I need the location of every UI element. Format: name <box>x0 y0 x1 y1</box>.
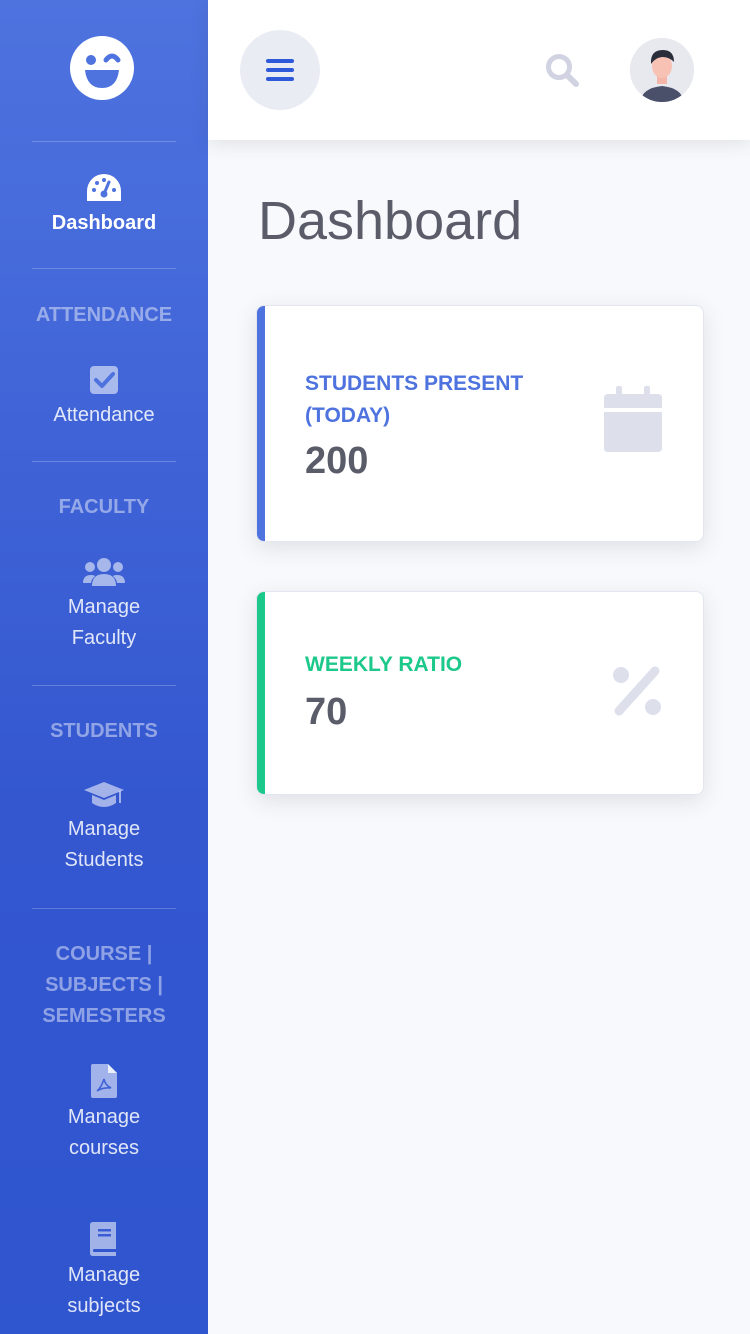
card-value: 200 <box>305 440 369 482</box>
page-title: Dashboard <box>258 191 523 251</box>
sidebar-toggle-button[interactable] <box>240 30 320 110</box>
sidebar-item-label: Attendance <box>53 404 155 426</box>
sidebar-heading-attendance: ATTENDANCE <box>35 304 173 326</box>
sidebar-item-manage-courses[interactable]: Manage courses <box>0 1064 208 1164</box>
card-label: WEEKLY RATIO <box>305 653 463 676</box>
percent-icon <box>613 666 661 716</box>
user-avatar[interactable] <box>630 38 694 102</box>
sidebar-heading-faculty: FACULTY <box>58 496 150 518</box>
calendar-icon <box>604 386 662 452</box>
search-button[interactable] <box>544 52 580 88</box>
sidebar-divider <box>32 268 176 269</box>
book-icon <box>90 1222 116 1256</box>
brand-logo[interactable] <box>70 36 134 100</box>
card-label: STUDENTS PRESENT (TODAY) <box>305 372 524 427</box>
sidebar-heading-course-subjects-semesters: COURSE | SUBJECTS | SEMESTERS <box>42 943 166 1027</box>
topbar <box>208 0 750 140</box>
users-icon <box>83 558 125 586</box>
students-present-card: STUDENTS PRESENT (TODAY) 200 <box>256 305 704 542</box>
check-square-icon <box>90 366 118 394</box>
sidebar-item-label: Manage Faculty <box>67 596 141 649</box>
sidebar-item-manage-faculty[interactable]: Manage Faculty <box>0 556 208 654</box>
sidebar-divider <box>32 461 176 462</box>
weekly-ratio-card: WEEKLY RATIO 70 <box>256 591 704 795</box>
sidebar-item-manage-students[interactable]: Manage Students <box>0 780 208 876</box>
file-pdf-icon <box>91 1064 117 1098</box>
sidebar-divider <box>32 685 176 686</box>
sidebar-divider <box>32 141 176 142</box>
sidebar-item-label: Dashboard <box>51 212 157 234</box>
tachometer-icon <box>87 174 121 201</box>
card-accent-bar <box>257 592 265 794</box>
sidebar-item-label: Manage Students <box>64 818 144 871</box>
sidebar: Dashboard ATTENDANCE Attendance FACULTY … <box>0 0 208 1334</box>
sidebar-item-manage-subjects[interactable]: Manage subjects <box>0 1222 208 1322</box>
sidebar-item-attendance[interactable]: Attendance <box>0 364 208 431</box>
sidebar-heading-students: STUDENTS <box>50 720 158 742</box>
laugh-wink-icon <box>70 36 134 100</box>
sidebar-item-label: Manage subjects <box>67 1264 141 1317</box>
sidebar-item-dashboard[interactable]: Dashboard <box>0 172 208 239</box>
search-icon <box>546 54 579 87</box>
card-value: 70 <box>305 691 348 733</box>
sidebar-divider <box>32 908 176 909</box>
user-avatar-icon <box>630 38 694 102</box>
sidebar-item-label: Manage courses <box>67 1106 141 1159</box>
bars-icon <box>266 59 294 81</box>
graduation-cap-icon <box>84 782 124 807</box>
card-accent-bar <box>257 306 265 541</box>
